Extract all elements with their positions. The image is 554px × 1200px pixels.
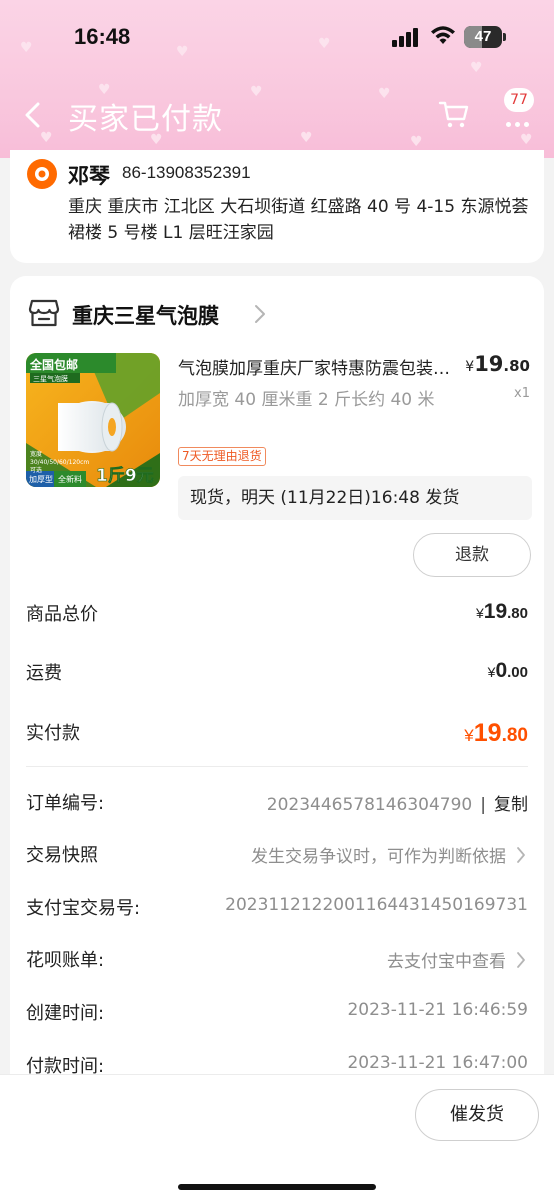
chevron-right-icon [517, 847, 525, 863]
product-quantity: x1 [514, 386, 530, 401]
order-number-row: 订单编号: 2023446578146304790 | 复制 [10, 789, 544, 819]
product-image-sub-banner: 三星气泡膜 [33, 375, 68, 383]
recipient-name: 邓琴 [68, 164, 110, 188]
battery-text: 47 [474, 28, 492, 45]
shipping-fee-value: ¥0.00 [487, 659, 528, 682]
order-card: 重庆三星气泡膜 全国包邮 三星气泡膜 宽度30/40/50/60/120cm可选… [10, 276, 544, 1126]
huabei-bill-row[interactable]: 花呗账单: 去支付宝中查看 [10, 946, 544, 976]
status-time: 16:48 [74, 24, 131, 49]
wifi-icon [431, 26, 455, 44]
subtotal-row: 商品总价 ¥19.80 [10, 600, 544, 630]
created-time-label: 创建时间: [26, 1003, 105, 1024]
heart-decoration-icon: ♥ [410, 134, 423, 150]
snapshot-label: 交易快照 [26, 845, 98, 866]
battery-tip [503, 33, 506, 41]
product-spec: 加厚宽 40 厘米重 2 斤长约 40 米 [178, 390, 435, 410]
subtotal-value: ¥19.80 [475, 600, 528, 623]
paid-amount-row: 实付款 ¥19.80 [10, 719, 544, 749]
heart-decoration-icon: ♥ [250, 84, 263, 100]
shipping-estimate: 现货，明天 (11月22日)16:48 发货 [178, 476, 532, 520]
product-price: ¥19.80 [454, 352, 530, 376]
store-icon [28, 299, 60, 327]
chevron-right-icon [255, 305, 265, 323]
status-bar: 16:48 47 [0, 0, 554, 76]
product-price-currency: ¥ [465, 359, 475, 375]
header: ♥ ♥ ♥ ♥ ♥ ♥ ♥ ♥ ♥ ♥ ♥ ♥ 16:48 47 买家已付款 7… [0, 0, 554, 158]
paid-time-value: 2023-11-21 16:47:00 [347, 1053, 528, 1073]
urge-shipping-button[interactable]: 催发货 [415, 1089, 539, 1141]
order-number-value: 2023446578146304790 | 复制 [266, 795, 528, 815]
bottom-action-bar: 催发货 [0, 1074, 554, 1200]
created-time-value: 2023-11-21 16:46:59 [347, 1000, 528, 1020]
shipping-fee-label: 运费 [26, 663, 62, 684]
alipay-number-label: 支付宝交易号: [26, 898, 141, 919]
product-image-sizes: 宽度30/40/50/60/120cm可选 [30, 451, 90, 474]
refund-button[interactable]: 退款 [413, 533, 531, 577]
shipping-fee-row: 运费 ¥0.00 [10, 659, 544, 689]
store-name: 重庆三星气泡膜 [72, 304, 219, 328]
huabei-bill-value: 去支付宝中查看 [387, 952, 506, 972]
paid-amount-label: 实付款 [26, 723, 80, 744]
order-number-label: 订单编号: [26, 793, 105, 814]
product-image-banner: 全国包邮 [30, 358, 79, 372]
address-text: 重庆 重庆市 江北区 大石坝街道 红盛路 40 号 4-15 东源悦荟裙楼 5 … [68, 197, 529, 243]
alipay-number-row: 支付宝交易号: 2023112122001164431450169731 [10, 894, 544, 924]
alipay-number-value: 2023112122001164431450169731 [225, 895, 528, 915]
cellular-signal-icon [392, 27, 422, 47]
heart-decoration-icon: ♥ [300, 130, 313, 146]
divider [26, 766, 528, 767]
product-image-tag1: 加厚型 [29, 475, 53, 484]
back-chevron-icon[interactable] [18, 98, 48, 132]
product-image[interactable]: 全国包邮 三星气泡膜 宽度30/40/50/60/120cm可选 加厚型 全新料… [26, 353, 160, 487]
created-time-row: 创建时间: 2023-11-21 16:46:59 [10, 999, 544, 1029]
message-badge: 77 [504, 88, 534, 112]
paid-amount-value: ¥19.80 [464, 719, 528, 747]
snapshot-row[interactable]: 交易快照 发生交易争议时，可作为判断依据 [10, 841, 544, 871]
subtotal-label: 商品总价 [26, 604, 98, 625]
page-title: 买家已付款 [68, 102, 223, 137]
copy-separator: | [480, 795, 486, 815]
product-image-tag2: 全新料 [58, 475, 82, 484]
store-row[interactable]: 重庆三星气泡膜 [10, 296, 544, 332]
heart-decoration-icon: ♥ [520, 132, 533, 148]
location-icon [27, 159, 57, 189]
return-policy-badge: 7天无理由退货 [178, 447, 266, 466]
battery-icon: 47 [464, 26, 502, 48]
product-title[interactable]: 气泡膜加厚重庆厂家特惠防震包装泡沫 [178, 354, 456, 379]
heart-decoration-icon: ♥ [378, 86, 391, 102]
heart-decoration-icon: ♥ [40, 130, 53, 146]
chevron-right-icon [517, 952, 525, 968]
home-indicator[interactable] [178, 1184, 376, 1190]
huabei-bill-label: 花呗账单: [26, 950, 105, 971]
copy-button[interactable]: 复制 [494, 795, 528, 815]
product-price-int: 19 [474, 352, 504, 376]
address-card[interactable]: 邓琴 86-13908352391 重庆 重庆市 江北区 大石坝街道 红盛路 4… [10, 150, 544, 263]
product-image-promo: 1斤9元 [96, 466, 154, 487]
snapshot-value: 发生交易争议时，可作为判断依据 [251, 847, 506, 867]
product-price-dec: .80 [503, 357, 530, 375]
recipient-phone: 86-13908352391 [122, 163, 251, 182]
cart-icon[interactable] [438, 98, 470, 130]
